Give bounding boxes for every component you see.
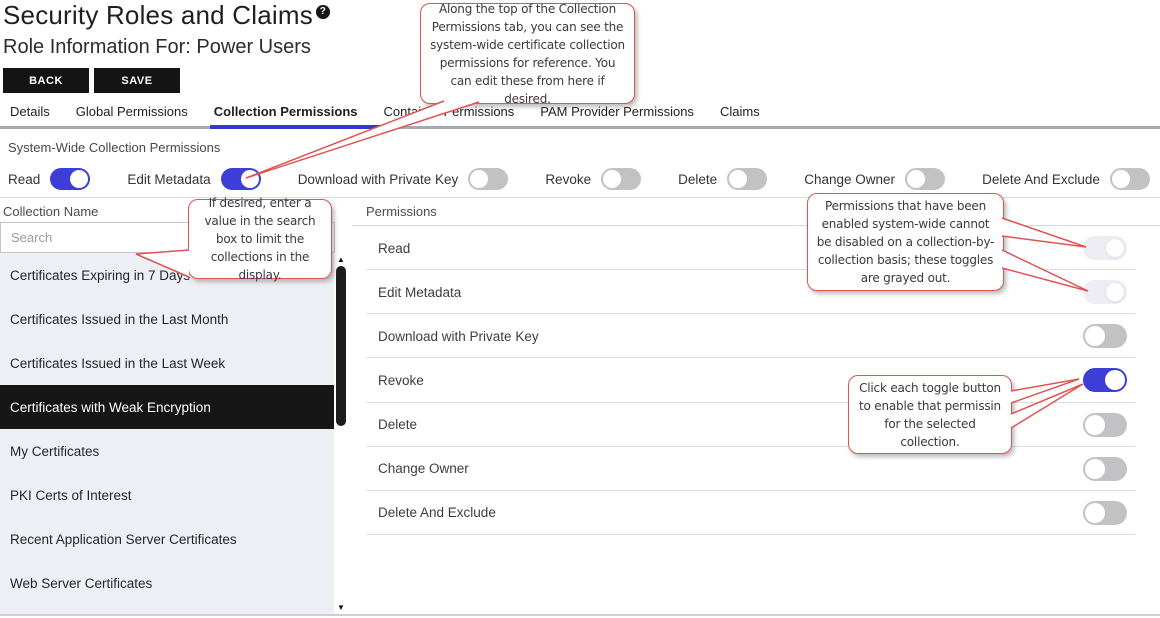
collection-list: Certificates Expiring in 7 Days Certific… <box>0 253 335 614</box>
role-subtitle: Role Information For: Power Users <box>3 36 330 59</box>
syswide-delete-and-exclude-toggle[interactable] <box>1110 168 1150 190</box>
syswide-delete-label: Delete <box>678 172 717 187</box>
tab-details[interactable]: Details <box>10 104 50 126</box>
perm-row-download-private-key: Download with Private Key <box>352 314 1160 358</box>
permissions-panel: Read Edit Metadata Download with Private… <box>352 225 1160 534</box>
syswide-delete-and-exclude-label: Delete And Exclude <box>982 172 1100 187</box>
system-wide-toggle-row: Read Edit Metadata Download with Private… <box>8 168 1150 190</box>
list-item-certificates-issued-last-month[interactable]: Certificates Issued in the Last Month <box>0 297 335 341</box>
callout-grayed-toggles-note: Permissions that have been enabled syste… <box>807 193 1004 291</box>
syswide-delete-and-exclude: Delete And Exclude <box>982 168 1150 190</box>
help-icon[interactable]: ? <box>316 5 330 19</box>
syswide-edit-metadata-label: Edit Metadata <box>127 172 210 187</box>
perm-change-owner-label: Change Owner <box>378 461 469 476</box>
list-scrollbar[interactable]: ▲ ▼ <box>334 253 348 613</box>
perm-row-delete-and-exclude: Delete And Exclude <box>352 491 1160 535</box>
tab-collection-permissions[interactable]: Collection Permissions <box>214 104 358 126</box>
page-title: Security Roles and Claims? <box>3 0 330 31</box>
syswide-read: Read <box>8 168 90 190</box>
action-buttons: BACK SAVE <box>3 68 330 93</box>
perm-delete-and-exclude-toggle[interactable] <box>1083 501 1127 525</box>
perm-read-toggle[interactable] <box>1083 236 1127 260</box>
callout-search-note: If desired, enter a value in the search … <box>188 199 332 279</box>
syswide-edit-metadata-toggle[interactable] <box>221 168 261 190</box>
system-wide-permissions: System-Wide Collection Permissions Read … <box>8 140 1150 190</box>
perm-edit-metadata-toggle[interactable] <box>1083 280 1127 304</box>
list-item-recent-application-server-certificates[interactable]: Recent Application Server Certificates <box>0 517 335 561</box>
scrollbar-thumb[interactable] <box>336 266 346 426</box>
collection-name-heading: Collection Name <box>3 204 98 219</box>
perm-revoke-label: Revoke <box>378 373 424 388</box>
scroll-up-icon[interactable]: ▲ <box>334 254 348 265</box>
back-button[interactable]: BACK <box>3 68 89 93</box>
perm-delete-label: Delete <box>378 417 417 432</box>
syswide-read-toggle[interactable] <box>50 168 90 190</box>
list-item-pki-certs-of-interest[interactable]: PKI Certs of Interest <box>0 473 335 517</box>
syswide-change-owner-toggle[interactable] <box>905 168 945 190</box>
permissions-heading: Permissions <box>366 204 437 219</box>
page-header: Security Roles and Claims? Role Informat… <box>3 0 330 93</box>
perm-delete-and-exclude-label: Delete And Exclude <box>378 505 496 520</box>
perm-download-private-key-label: Download with Private Key <box>378 329 539 344</box>
perm-row-revoke: Revoke <box>352 358 1160 402</box>
perm-row-read: Read <box>352 226 1160 270</box>
page-bottom-border <box>0 614 1160 616</box>
system-wide-heading: System-Wide Collection Permissions <box>8 140 1150 155</box>
syswide-delete: Delete <box>678 168 767 190</box>
perm-edit-metadata-label: Edit Metadata <box>378 285 461 300</box>
syswide-revoke-label: Revoke <box>545 172 591 187</box>
list-item-web-server-certificates[interactable]: Web Server Certificates <box>0 561 335 605</box>
perm-revoke-toggle[interactable] <box>1083 368 1127 392</box>
tab-bar: Details Global Permissions Collection Pe… <box>0 104 1160 129</box>
scroll-down-icon[interactable]: ▼ <box>334 602 348 613</box>
syswide-download-private-key-toggle[interactable] <box>468 168 508 190</box>
syswide-edit-metadata: Edit Metadata <box>127 168 260 190</box>
callout-click-toggle-note: Click each toggle button to enable that … <box>848 375 1012 454</box>
syswide-change-owner: Change Owner <box>804 168 945 190</box>
tab-global-permissions[interactable]: Global Permissions <box>76 104 188 126</box>
perm-row-edit-metadata: Edit Metadata <box>352 270 1160 314</box>
syswide-change-owner-label: Change Owner <box>804 172 895 187</box>
perm-row-change-owner: Change Owner <box>352 447 1160 491</box>
perm-change-owner-toggle[interactable] <box>1083 457 1127 481</box>
syswide-revoke: Revoke <box>545 168 641 190</box>
save-button[interactable]: SAVE <box>94 68 180 93</box>
list-item-certificates-issued-last-week[interactable]: Certificates Issued in the Last Week <box>0 341 335 385</box>
tab-claims[interactable]: Claims <box>720 104 760 126</box>
syswide-revoke-toggle[interactable] <box>601 168 641 190</box>
callout-system-wide-note: Along the top of the Collection Permissi… <box>420 3 635 104</box>
page-title-text: Security Roles and Claims <box>3 0 313 30</box>
list-item-my-certificates[interactable]: My Certificates <box>0 429 335 473</box>
syswide-download-private-key-label: Download with Private Key <box>298 172 459 187</box>
perm-delete-toggle[interactable] <box>1083 413 1127 437</box>
syswide-download-private-key: Download with Private Key <box>298 168 509 190</box>
perm-download-private-key-toggle[interactable] <box>1083 324 1127 348</box>
perm-read-label: Read <box>378 241 410 256</box>
syswide-delete-toggle[interactable] <box>727 168 767 190</box>
syswide-read-label: Read <box>8 172 40 187</box>
perm-row-delete: Delete <box>352 403 1160 447</box>
list-item-certificates-weak-encryption[interactable]: Certificates with Weak Encryption <box>0 385 335 429</box>
